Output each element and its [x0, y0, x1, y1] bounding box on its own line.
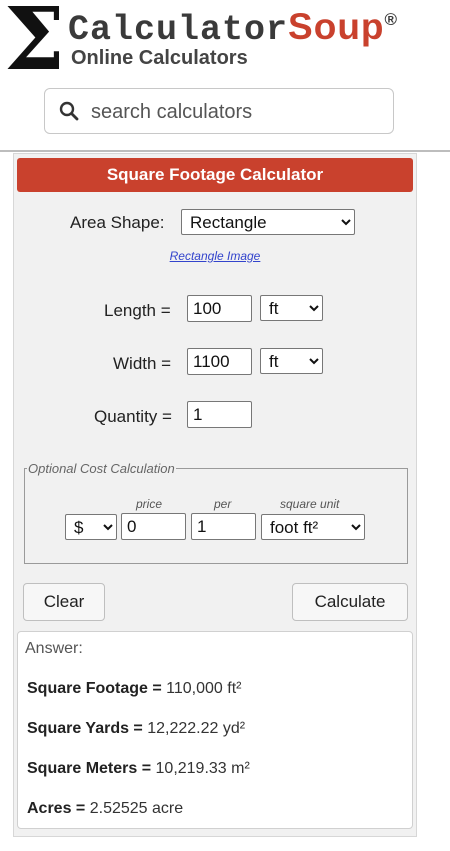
quantity-label: Quantity =: [94, 407, 172, 426]
length-unit-select[interactable]: ft: [260, 295, 323, 321]
answer-acres: Acres = 2.52525 acre: [27, 800, 183, 818]
answer-value: 110,000 ft²: [166, 680, 242, 697]
area-shape-select[interactable]: Rectangle: [181, 209, 355, 235]
length-input[interactable]: [187, 295, 252, 322]
width-input[interactable]: [187, 348, 252, 375]
per-input[interactable]: [191, 513, 256, 540]
site-logo[interactable]: CalculatorSoup®: [68, 6, 398, 50]
answer-label: Square Meters =: [27, 760, 152, 777]
length-label: Length =: [104, 301, 171, 320]
per-label: per: [214, 497, 232, 511]
sigma-logo-icon[interactable]: Σ: [4, 0, 65, 83]
answer-label: Square Yards =: [27, 720, 143, 737]
width-label: Width =: [113, 354, 172, 373]
calculate-button[interactable]: Calculate: [292, 583, 408, 621]
quantity-input[interactable]: [187, 401, 252, 428]
calculator-title: Square Footage Calculator: [17, 158, 413, 192]
width-unit-select[interactable]: ft: [260, 348, 323, 374]
price-input[interactable]: [121, 513, 186, 540]
square-unit-select[interactable]: foot ft²: [261, 514, 365, 540]
answer-square-footage: Square Footage = 110,000 ft²: [27, 680, 241, 698]
registered-mark: ®: [384, 10, 399, 29]
price-label: price: [136, 497, 163, 511]
site-header: Σ CalculatorSoup® Online Calculators: [0, 0, 450, 152]
header-divider: [0, 150, 450, 152]
clear-button[interactable]: Clear: [23, 583, 105, 621]
search-box[interactable]: [44, 88, 394, 134]
answer-box: Answer: Square Footage = 110,000 ft² Squ…: [17, 631, 413, 829]
answer-label: Acres =: [27, 800, 86, 817]
currency-select[interactable]: $: [65, 514, 117, 540]
logo-name-calculator: Calculator: [68, 10, 289, 50]
logo-name-soup: Soup: [288, 6, 385, 47]
answer-square-meters: Square Meters = 10,219.33 m²: [27, 760, 250, 778]
answer-value: 2.52525 acre: [89, 800, 184, 817]
optional-cost-legend: Optional Cost Calculation: [28, 461, 175, 476]
answer-value: 12,222.22 yd²: [147, 720, 246, 737]
answer-label: Square Footage =: [27, 680, 162, 697]
answer-heading: Answer:: [25, 640, 83, 657]
rectangle-image-link[interactable]: Rectangle Image: [14, 249, 416, 263]
calculator-panel: Square Footage Calculator Area Shape: Re…: [13, 153, 417, 837]
logo-tagline: Online Calculators: [71, 47, 248, 69]
answer-value: 10,219.33 m²: [155, 760, 250, 777]
answer-square-yards: Square Yards = 12,222.22 yd²: [27, 720, 245, 738]
area-shape-label: Area Shape:: [70, 213, 165, 232]
search-input[interactable]: [89, 98, 383, 126]
search-icon[interactable]: [59, 101, 79, 126]
square-unit-label: square unit: [280, 497, 340, 511]
